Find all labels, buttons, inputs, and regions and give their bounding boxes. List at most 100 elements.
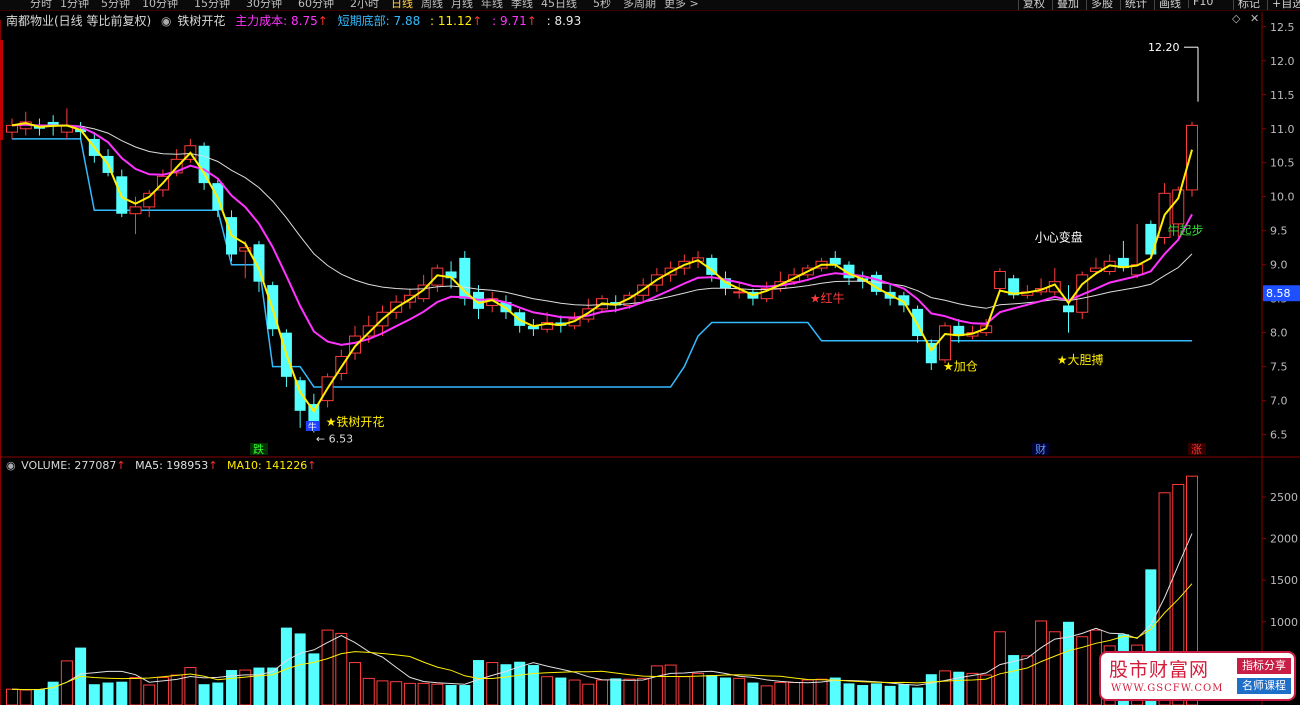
volume-bar bbox=[719, 677, 731, 705]
volume-bar bbox=[801, 679, 814, 705]
volume-bar bbox=[33, 689, 45, 705]
price-tick-label: 7.5 bbox=[1270, 361, 1288, 374]
watermark-logo: 股市财富网 WWW.GSCFW.COM 指标分享 名师课程 bbox=[1099, 651, 1296, 701]
volume-bar bbox=[445, 685, 457, 705]
volume-bar bbox=[376, 680, 389, 705]
volume-bar bbox=[884, 685, 896, 705]
volume-bar bbox=[403, 682, 416, 705]
price-tick-label: 10.5 bbox=[1270, 157, 1295, 170]
volume-bar bbox=[116, 681, 128, 705]
short-bottom-line bbox=[12, 138, 1192, 388]
volume-bar bbox=[47, 681, 59, 705]
volume-bar bbox=[815, 678, 828, 705]
dadanbo-signal-label: ★大胆搏 bbox=[1057, 353, 1104, 367]
candle-body bbox=[1186, 124, 1198, 191]
volume-bar bbox=[417, 682, 430, 705]
volume-bar bbox=[678, 676, 691, 705]
volume-bar bbox=[760, 685, 773, 705]
watermark-tag-course: 名师课程 bbox=[1237, 678, 1291, 694]
volume-bar bbox=[939, 670, 952, 705]
volume-bar bbox=[294, 633, 306, 705]
volume-bar bbox=[390, 681, 403, 705]
volume-bar bbox=[706, 675, 718, 705]
volume-bar bbox=[637, 677, 650, 705]
hongniu-signal-label: ★红牛 bbox=[810, 291, 845, 306]
price-tick-label: 9.0 bbox=[1270, 259, 1288, 272]
price-tick-label: 10.0 bbox=[1270, 191, 1295, 204]
volume-bar bbox=[650, 665, 663, 705]
volume-bar bbox=[60, 660, 73, 705]
volume-bar bbox=[6, 688, 18, 705]
volume-bar bbox=[993, 631, 1006, 705]
volume-bar bbox=[664, 664, 677, 705]
volume-bar bbox=[610, 678, 622, 705]
volume-bar bbox=[431, 683, 444, 705]
candle-body bbox=[6, 124, 18, 133]
price-tick-label: 7.0 bbox=[1270, 395, 1288, 408]
candle-body bbox=[1063, 305, 1075, 313]
volume-bar bbox=[788, 682, 801, 705]
volume-bar bbox=[541, 676, 554, 705]
volume-tick-label: 2500 bbox=[1270, 491, 1298, 504]
candle-body bbox=[733, 291, 746, 294]
price-tick-label: 8.0 bbox=[1270, 327, 1288, 340]
volume-bar bbox=[280, 627, 292, 705]
volume-bar bbox=[568, 679, 581, 705]
volume-bar bbox=[582, 683, 595, 705]
volume-bar bbox=[829, 677, 841, 705]
volume-bar bbox=[88, 684, 100, 705]
volume-bar bbox=[143, 684, 156, 705]
candle-body bbox=[335, 355, 348, 374]
volume-bar bbox=[870, 683, 882, 705]
candle-body bbox=[362, 325, 375, 337]
volume-bar bbox=[349, 662, 362, 705]
price-tick-label: 12.5 bbox=[1270, 21, 1295, 34]
candle-body bbox=[129, 206, 142, 215]
price-tick-label: 6.5 bbox=[1270, 429, 1288, 442]
volume-bar bbox=[321, 629, 334, 705]
volume-tick-label: 2000 bbox=[1270, 533, 1298, 546]
jiacang-signal-label: ★加仓 bbox=[943, 360, 978, 374]
candle-body bbox=[198, 145, 210, 184]
candle-body bbox=[294, 380, 306, 411]
candle-body bbox=[939, 325, 952, 361]
volume-bar bbox=[857, 685, 869, 705]
current-price-label: 8.58 bbox=[1266, 287, 1291, 300]
volume-bar bbox=[129, 677, 142, 705]
price-tick-label: 11.5 bbox=[1270, 89, 1295, 102]
volume-bar bbox=[774, 682, 787, 705]
watermark-url: WWW.GSCFW.COM bbox=[1111, 683, 1224, 694]
watermark-tag-indicator: 指标分享 bbox=[1237, 658, 1291, 674]
die-marker: 跌 bbox=[253, 442, 264, 456]
price-tick-label: 9.5 bbox=[1270, 225, 1288, 238]
volume-bar bbox=[898, 684, 910, 705]
volume-bar bbox=[19, 689, 32, 705]
zhang-marker: 涨 bbox=[1191, 443, 1202, 456]
volume-bar bbox=[473, 660, 485, 705]
cai-marker: 财 bbox=[1035, 442, 1046, 456]
tieshu-signal-label: ★铁树开花 bbox=[326, 414, 385, 429]
low-price-label: ← 6.53 bbox=[316, 433, 353, 446]
volume-bar bbox=[459, 685, 471, 705]
volume-bar bbox=[692, 672, 705, 705]
volume-bar bbox=[1063, 621, 1075, 705]
volume-bar bbox=[747, 682, 759, 705]
volume-bar bbox=[486, 662, 499, 705]
volume-bar bbox=[1021, 655, 1034, 705]
volume-bar bbox=[102, 682, 114, 705]
volume-bar bbox=[212, 682, 224, 705]
left-scroll-handle[interactable] bbox=[0, 40, 3, 140]
price-tick-label: 11.0 bbox=[1270, 123, 1295, 136]
candle-body bbox=[1145, 223, 1157, 255]
volume-bar bbox=[184, 667, 197, 705]
volume-bar bbox=[966, 672, 979, 705]
volume-bar bbox=[555, 677, 567, 705]
volume-bar bbox=[733, 677, 746, 705]
kline-chart[interactable]: 12.512.011.511.010.510.09.59.08.58.07.57… bbox=[0, 0, 1300, 705]
volume-bar bbox=[253, 667, 265, 705]
candle-body bbox=[829, 257, 841, 265]
price-tick-label: 12.0 bbox=[1270, 55, 1295, 68]
volume-bar bbox=[1048, 631, 1061, 705]
volume-bar bbox=[843, 683, 855, 705]
volume-bar bbox=[527, 665, 539, 705]
